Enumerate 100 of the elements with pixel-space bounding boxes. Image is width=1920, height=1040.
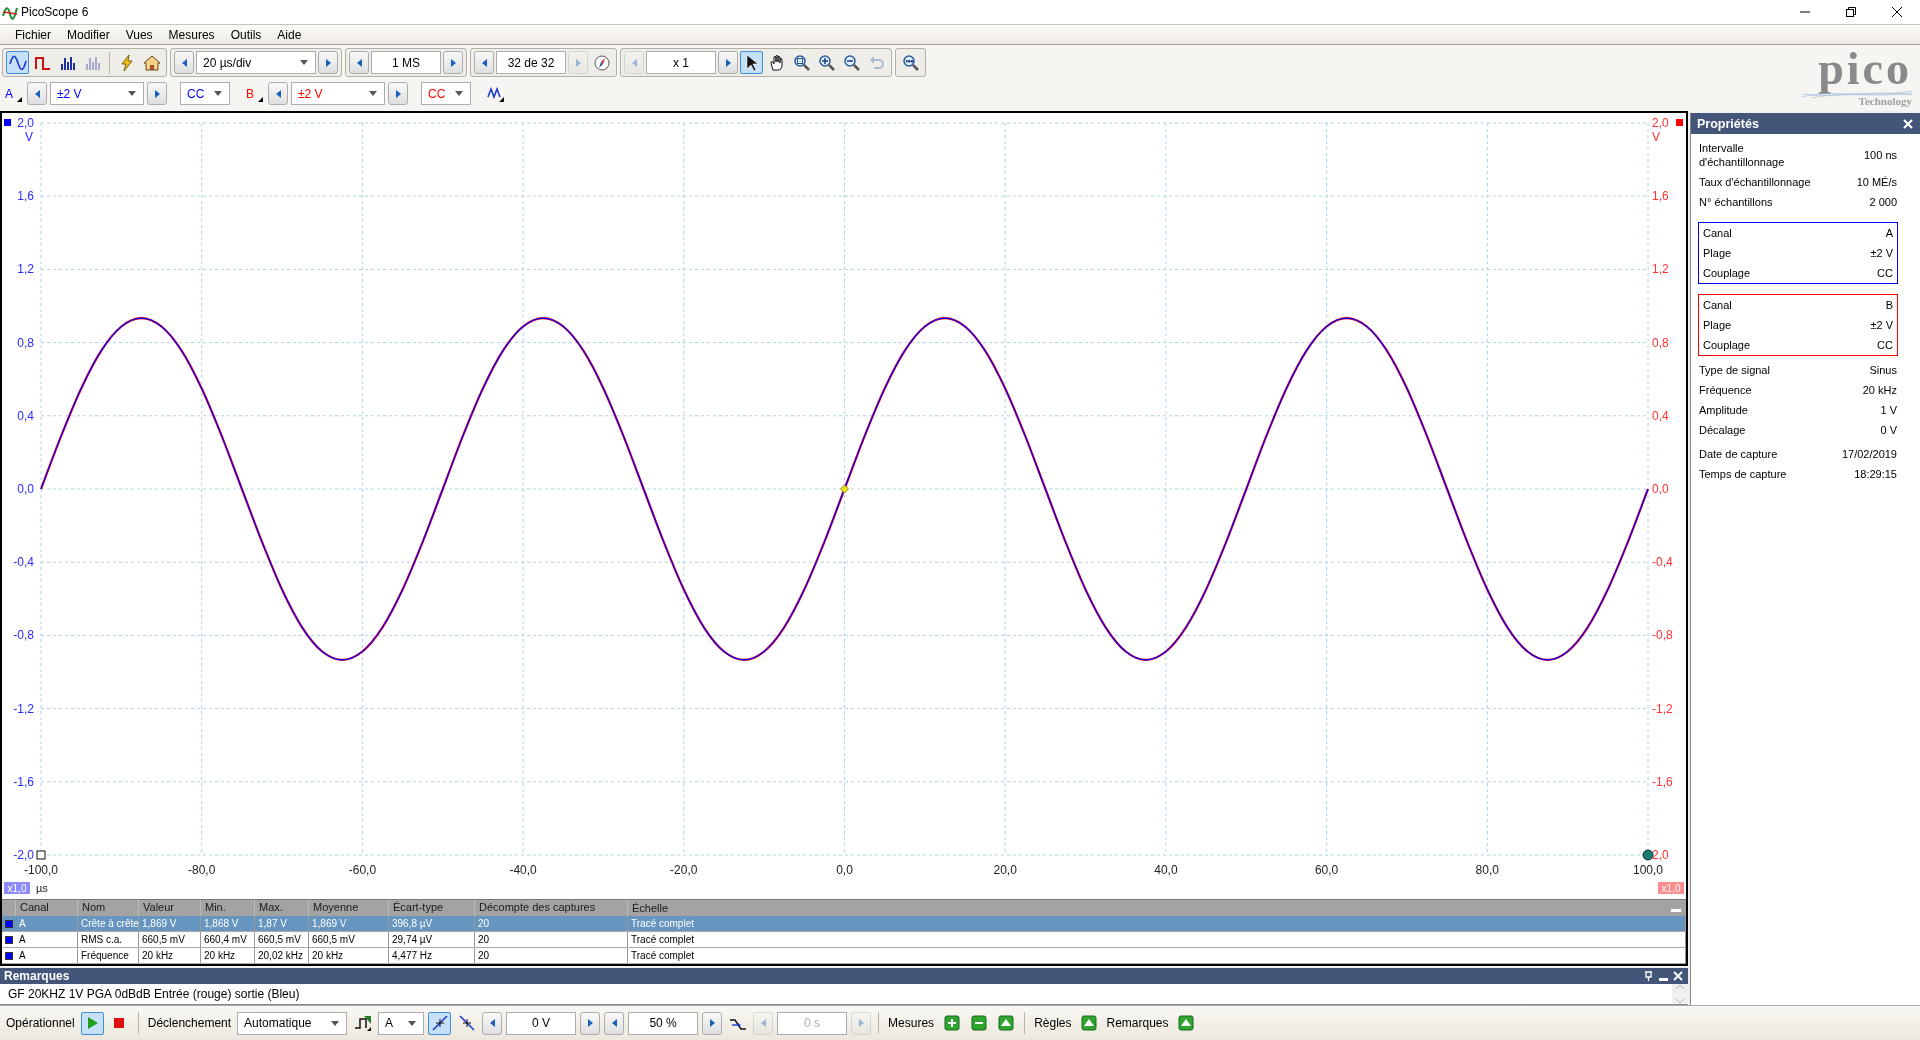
caret-icon	[407, 1019, 418, 1027]
property-label: Couplage	[1703, 266, 1751, 280]
x-tick-label: 80,0	[1475, 863, 1499, 877]
value-dropdown[interactable]: 20 µs/div	[196, 51, 316, 74]
left-arrow-icon	[630, 57, 638, 68]
channel-button[interactable]: A	[2, 82, 24, 105]
column-header[interactable]: Valeur	[139, 900, 201, 916]
y-tick-label: -0,8	[13, 628, 34, 643]
property-value: 18:29:15	[1854, 468, 1897, 480]
toolbar-label: Déclenchement	[146, 1016, 233, 1030]
y-tick-label: 0,8	[17, 335, 34, 350]
property-value: 20 kHz	[1862, 384, 1897, 396]
y-tick-label: 0,0	[17, 482, 34, 496]
previous-button[interactable]	[174, 51, 194, 74]
channel-marker[interactable]	[1676, 119, 1683, 126]
property-value: CC	[1877, 339, 1893, 351]
previous-button[interactable]	[27, 82, 47, 105]
range-dropdown[interactable]: ±2 V	[291, 82, 385, 105]
table-cell: 1,87 V	[255, 916, 309, 932]
property-value: 17/02/2019	[1841, 448, 1897, 460]
table-cell: Crête à crête	[78, 916, 139, 932]
property-value: 100 ns	[1863, 149, 1897, 161]
menu-item[interactable]: Aide	[270, 25, 309, 44]
property-label: Date de capture	[1699, 447, 1778, 461]
column-header[interactable]: Moyenne	[309, 900, 389, 916]
table-cell: 20	[475, 948, 628, 964]
column-header[interactable]: Max.	[255, 900, 309, 916]
previous-button[interactable]	[349, 51, 369, 74]
toolbar-label: Opérationnel	[5, 1016, 76, 1030]
caret-icon	[330, 1019, 341, 1027]
table-cell: A	[16, 932, 78, 948]
minimize-icon	[1658, 977, 1668, 981]
scroll-up-icon[interactable]	[1675, 983, 1685, 990]
value-field[interactable]: 0 V	[506, 1011, 577, 1035]
next-button[interactable]	[702, 1011, 723, 1035]
column-header[interactable]: Écart-type	[389, 900, 475, 916]
menu-item[interactable]: Vues	[118, 25, 160, 44]
previous-button[interactable]	[268, 82, 288, 105]
unit-label: V	[25, 130, 33, 144]
window-title: PicoScope 6	[21, 5, 89, 19]
select-dropdown[interactable]: A	[378, 1011, 425, 1035]
property-label: N° échantillons	[1699, 195, 1773, 209]
caret-icon	[127, 90, 137, 97]
column-header[interactable]: Échelle	[632, 902, 669, 914]
column-header[interactable]: Décompte des captures	[475, 900, 628, 916]
app-icon	[2, 4, 18, 20]
value-field[interactable]: 1 MS	[371, 51, 441, 74]
table-cell: 1,869 V	[139, 916, 201, 932]
notes-text[interactable]: GF 20KHZ 1V PGA 0dBdB Entrée (rouge) sortie (Bleu)	[0, 983, 308, 1004]
value-field[interactable]: 50 %	[628, 1011, 699, 1035]
channel-marker[interactable]	[4, 119, 11, 126]
next-button[interactable]	[388, 82, 408, 105]
range-dropdown[interactable]: ±2 V	[50, 82, 144, 105]
menu-item[interactable]: Modifier	[60, 25, 117, 44]
axis-handle[interactable]	[36, 850, 46, 860]
value-field[interactable]: x 1	[646, 51, 716, 74]
pin-button[interactable]	[1642, 969, 1654, 982]
property-label: Couplage	[1703, 338, 1751, 352]
table-cell: Tracé complet	[628, 916, 1686, 932]
x-tick-label: -100,0	[24, 863, 58, 877]
property-label: Amplitude	[1699, 403, 1748, 417]
next-button[interactable]	[580, 1011, 601, 1035]
table-cell: Fréquence	[78, 948, 139, 964]
previous-button[interactable]	[604, 1011, 625, 1035]
y-tick-label: 0,4	[17, 408, 34, 423]
left-arrow-icon	[355, 57, 363, 68]
next-button[interactable]	[718, 51, 738, 74]
next-button[interactable]	[318, 51, 338, 74]
close-icon	[1892, 7, 1902, 17]
next-button[interactable]	[147, 82, 167, 105]
trigger-marker[interactable]	[840, 484, 849, 494]
y-tick-label: -1,6	[13, 774, 34, 789]
next-button[interactable]	[443, 51, 463, 74]
x-tick-label: 0,0	[836, 863, 853, 877]
property-value: 10 MÉ/s	[1856, 176, 1897, 188]
x-tick-label: -20,0	[670, 863, 698, 877]
menu-item[interactable]: Fichier	[8, 25, 58, 44]
menu-item[interactable]: Outils	[223, 25, 269, 44]
value-field[interactable]: 32 de 32	[496, 51, 566, 74]
axis-handle[interactable]	[1642, 849, 1654, 861]
menu-item[interactable]: Mesures	[161, 25, 222, 44]
property-label: Plage	[1703, 318, 1732, 332]
y-tick-label: 0,0	[1652, 482, 1669, 496]
coupling-dropdown[interactable]: CC	[421, 82, 471, 105]
column-header[interactable]: Nom	[78, 900, 139, 916]
property-value: Sinus	[1869, 364, 1897, 376]
right-arrow-icon	[857, 1018, 865, 1028]
previous-button[interactable]	[482, 1011, 503, 1035]
select-dropdown[interactable]: Automatique	[237, 1011, 348, 1035]
channel-button[interactable]: B	[243, 82, 265, 105]
close-button[interactable]	[1672, 969, 1684, 982]
x-tick-label: 20,0	[993, 863, 1017, 877]
previous-button[interactable]	[474, 51, 494, 74]
restore-icon	[1846, 7, 1856, 17]
coupling-dropdown[interactable]: CC	[180, 82, 230, 105]
close-button[interactable]	[1902, 117, 1914, 130]
toolbar-label: Règles	[1033, 1016, 1073, 1030]
panel-title: Remarques	[4, 968, 70, 983]
column-header[interactable]: Min.	[201, 900, 255, 916]
column-header[interactable]: Canal	[16, 900, 78, 916]
